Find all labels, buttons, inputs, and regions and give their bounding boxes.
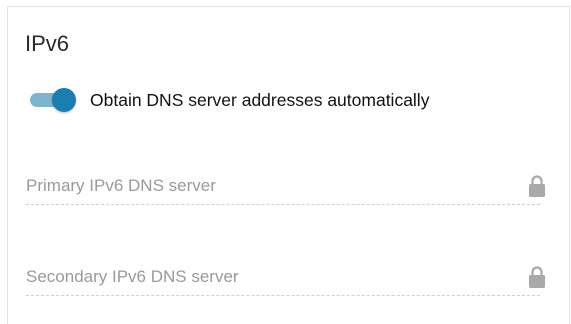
section-title: IPv6 bbox=[25, 31, 70, 56]
lock-icon bbox=[529, 175, 545, 197]
auto-dns-toggle-row: Obtain DNS server addresses automaticall… bbox=[30, 85, 429, 115]
secondary-dns-input[interactable] bbox=[26, 262, 506, 292]
primary-dns-field bbox=[26, 171, 545, 205]
secondary-dns-field bbox=[26, 262, 545, 296]
auto-dns-toggle-label: Obtain DNS server addresses automaticall… bbox=[90, 90, 430, 110]
toggle-knob bbox=[52, 88, 76, 112]
lock-icon bbox=[529, 266, 545, 288]
primary-dns-input[interactable] bbox=[26, 171, 506, 201]
ipv6-dns-panel: IPv6 Obtain DNS server addresses automat… bbox=[7, 6, 570, 324]
auto-dns-toggle[interactable] bbox=[30, 88, 76, 112]
